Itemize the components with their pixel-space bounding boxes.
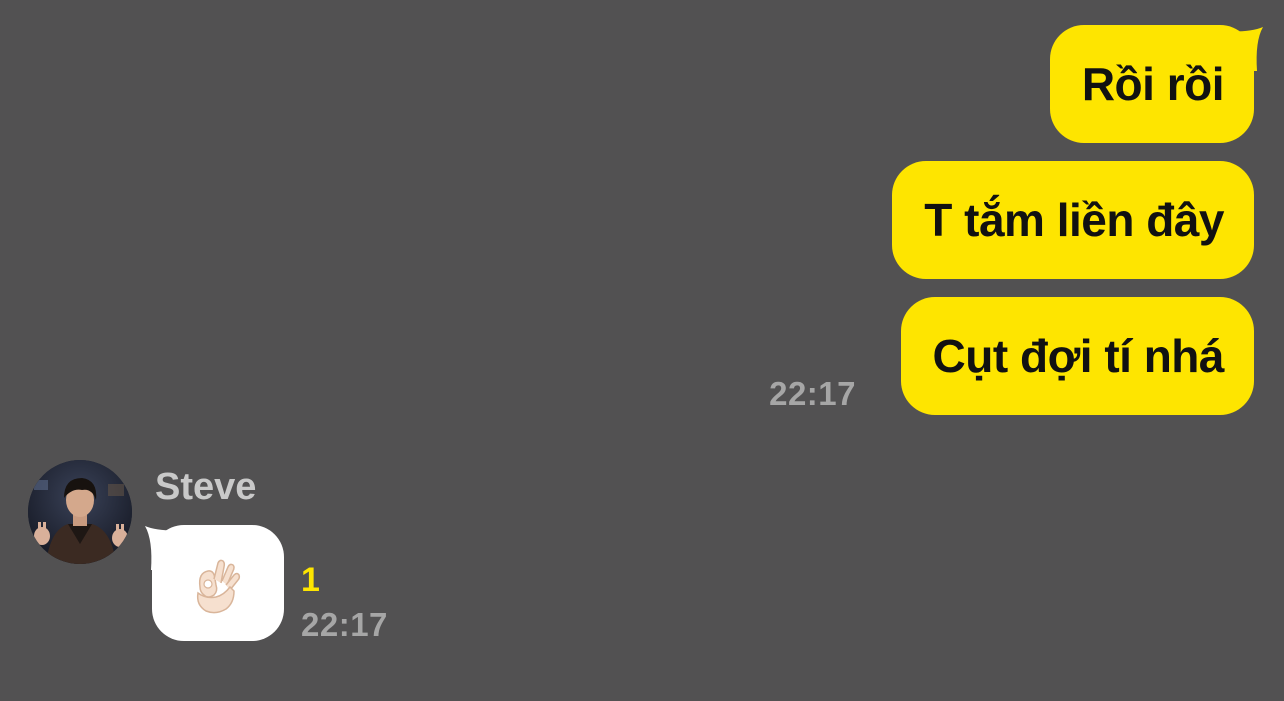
avatar[interactable] xyxy=(28,460,132,564)
outgoing-message-bubble[interactable]: Rồi rồi xyxy=(1049,25,1254,143)
profile-photo-icon xyxy=(28,460,132,564)
outgoing-message-bubble[interactable]: T tắm liền đây xyxy=(892,161,1254,279)
ok-hand-emoji-icon xyxy=(196,559,241,614)
message-text: Rồi rồi xyxy=(1081,58,1225,110)
chat-thread: Rồi rồi T tắm liền đây Cụt đợi tí nhá 22… xyxy=(0,0,1284,701)
unread-count-badge: 1 xyxy=(301,561,320,599)
message-text: Cụt đợi tí nhá xyxy=(932,330,1225,382)
message-timestamp: 22:17 xyxy=(301,606,388,643)
message-text: T tắm liền đây xyxy=(924,194,1224,246)
sender-name[interactable]: Steve xyxy=(155,466,256,509)
outgoing-message-bubble[interactable]: Cụt đợi tí nhá xyxy=(900,297,1254,415)
message-timestamp: 22:17 xyxy=(769,375,856,412)
